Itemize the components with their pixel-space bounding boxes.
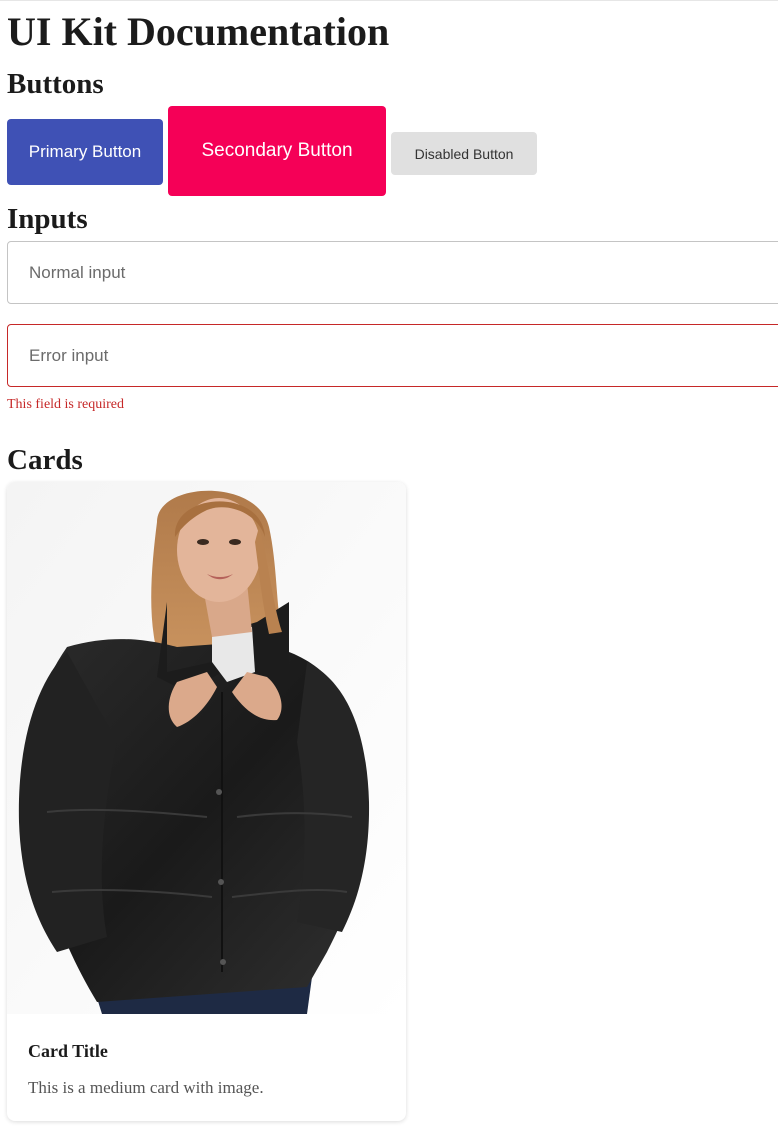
card-description: This is a medium card with image.: [28, 1078, 264, 1097]
card-title: Card Title: [28, 1041, 108, 1061]
error-input[interactable]: [7, 324, 778, 387]
page-container: UI Kit Documentation Buttons Primary But…: [7, 0, 778, 1148]
cards-heading: Cards: [7, 444, 83, 476]
product-card[interactable]: Card Title This is a medium card with im…: [7, 482, 406, 1121]
page-title: UI Kit Documentation: [7, 9, 390, 54]
card-image: [7, 482, 406, 1014]
disabled-button: Disabled Button: [391, 132, 537, 175]
primary-button[interactable]: Primary Button: [7, 119, 163, 185]
secondary-button[interactable]: Secondary Button: [168, 106, 386, 196]
normal-input[interactable]: [7, 241, 778, 304]
inputs-heading: Inputs: [7, 203, 88, 235]
buttons-heading: Buttons: [7, 68, 104, 100]
error-message: This field is required: [7, 397, 125, 412]
